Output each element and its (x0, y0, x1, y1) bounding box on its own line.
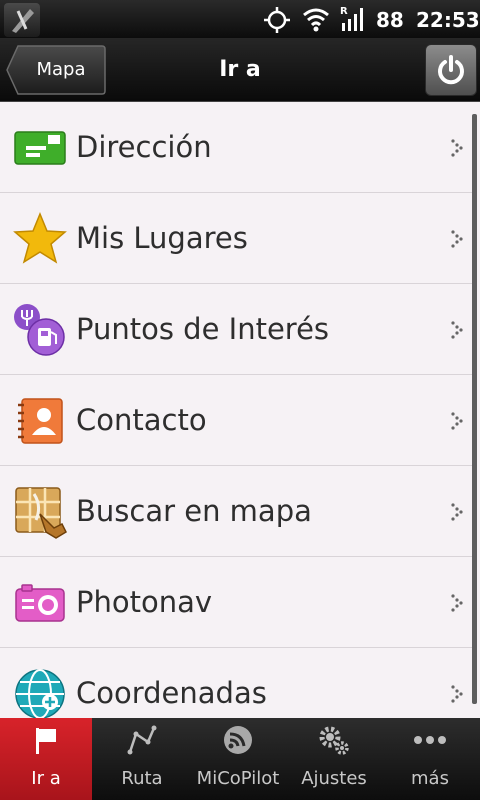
copilot-icon (224, 726, 252, 754)
address-card-icon (12, 120, 68, 176)
list-item-buscar-en-mapa[interactable]: Buscar en mapa (0, 466, 474, 557)
nav-label: Ajustes (301, 768, 367, 789)
status-bar: R 88 22:53 (0, 0, 480, 38)
list-item-direccion[interactable]: Dirección (0, 102, 474, 193)
destination-list: Dirección Mis Lugares Puntos de Interés … (0, 102, 480, 718)
list-item-label: Dirección (76, 130, 212, 164)
app-icon[interactable] (4, 3, 40, 37)
more-icon (414, 736, 446, 744)
nav-ir-a[interactable]: Ir a (0, 718, 92, 800)
nav-mas[interactable]: más (384, 718, 476, 800)
clock: 22:53 (416, 8, 480, 32)
wifi-icon (302, 6, 330, 36)
title-bar: Mapa Ir a (0, 38, 480, 102)
list-item-label: Mis Lugares (76, 221, 248, 255)
nav-label: MiCoPilot (196, 768, 280, 789)
list-item-label: Coordenadas (76, 676, 267, 710)
globe-icon (12, 666, 68, 718)
route-icon (127, 725, 157, 755)
power-icon (438, 55, 464, 85)
chevron-right-icon (451, 412, 463, 430)
list-item-label: Buscar en mapa (76, 494, 312, 528)
list-item-contacto[interactable]: Contacto (0, 375, 474, 466)
svg-text:R: R (340, 6, 348, 17)
contact-icon (12, 393, 68, 449)
chevron-right-icon (451, 503, 463, 521)
chevron-right-icon (451, 685, 463, 703)
power-button[interactable] (425, 44, 477, 96)
camera-icon (12, 575, 68, 631)
map-search-icon (12, 484, 68, 540)
list-item-coordenadas[interactable]: Coordenadas (0, 648, 474, 718)
nav-label: Ir a (31, 768, 61, 789)
nav-label: más (411, 768, 449, 789)
battery-level: 88 (376, 8, 404, 32)
list-item-mis-lugares[interactable]: Mis Lugares (0, 193, 474, 284)
nav-ruta[interactable]: Ruta (96, 718, 188, 800)
chevron-right-icon (451, 230, 463, 248)
chevron-right-icon (451, 321, 463, 339)
chevron-right-icon (451, 139, 463, 157)
chevron-right-icon (451, 594, 463, 612)
list-item-label: Puntos de Interés (76, 312, 330, 346)
bottom-navigation: Ir a Ruta MiCoPilot Ajustes más (0, 718, 480, 800)
nav-micopilot[interactable]: MiCoPilot (192, 718, 284, 800)
list-item-puntos-de-interes[interactable]: Puntos de Interés (0, 284, 474, 375)
flag-icon (36, 728, 56, 754)
gears-icon (319, 726, 349, 755)
list-item-label: Contacto (76, 403, 207, 437)
signal-icon: R (340, 5, 368, 37)
list-item-label: Photonav (76, 585, 213, 619)
poi-icon (12, 302, 68, 358)
gps-icon (264, 7, 290, 37)
star-icon (12, 211, 68, 267)
list-item-photonav[interactable]: Photonav (0, 557, 474, 648)
nav-label: Ruta (121, 768, 163, 789)
list-scrollbar[interactable] (472, 114, 477, 704)
back-button[interactable]: Mapa (6, 45, 106, 95)
nav-ajustes[interactable]: Ajustes (288, 718, 380, 800)
back-button-label: Mapa (36, 59, 86, 80)
page-title: Ir a (219, 57, 261, 82)
